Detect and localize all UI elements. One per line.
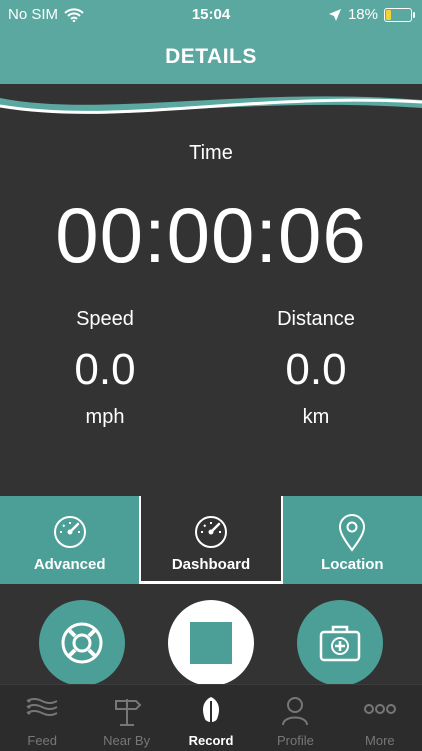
- profile-icon: [282, 697, 309, 726]
- speedometer-icon: [194, 516, 227, 548]
- view-tabs: Advanced Dashboard Location: [0, 496, 422, 584]
- first-aid-kit-icon: [319, 625, 361, 662]
- elapsed-timer: 00:00:06: [55, 191, 367, 279]
- first-aid-button[interactable]: [297, 600, 383, 686]
- tab-advanced-label: Advanced: [33, 556, 106, 573]
- more-icon: [363, 704, 396, 714]
- distance-unit: km: [302, 406, 330, 428]
- nav-profile[interactable]: Profile: [253, 685, 337, 751]
- tab-location-label: Location: [321, 556, 384, 573]
- speed-unit: mph: [85, 406, 125, 428]
- location-pin-icon: [339, 514, 366, 552]
- nav-record-label: Record: [188, 733, 234, 748]
- stop-recording-button[interactable]: [168, 600, 254, 686]
- nav-record[interactable]: Record: [169, 685, 253, 751]
- time-label: Time: [189, 142, 233, 164]
- paddle-icon: [203, 697, 220, 725]
- lifebuoy-button[interactable]: [39, 600, 125, 686]
- nav-feed-label: Feed: [27, 733, 58, 748]
- action-bar: [0, 584, 422, 686]
- speed-label: Speed: [76, 308, 134, 330]
- page-title: DETAILS: [0, 30, 422, 84]
- tab-dashboard-label: Dashboard: [171, 556, 251, 573]
- stop-icon: [190, 622, 232, 664]
- distance-value: 0.0: [285, 345, 347, 394]
- location-arrow-icon: [328, 8, 341, 21]
- wave-decoration: [0, 96, 422, 114]
- nav-more[interactable]: More: [338, 685, 422, 751]
- lifebuoy-icon: [61, 622, 103, 664]
- distance-label: Distance: [277, 308, 355, 330]
- nav-near-by[interactable]: Near By: [84, 685, 168, 751]
- battery-icon: [384, 7, 415, 22]
- battery-percent: 18%: [347, 6, 378, 23]
- tab-advanced[interactable]: Advanced: [0, 496, 140, 584]
- bottom-nav: Feed Near By Record Profile More: [0, 684, 422, 751]
- status-bar: No SIM 15:04 18%: [0, 0, 422, 30]
- nav-near-by-label: Near By: [103, 733, 151, 748]
- signpost-icon: [114, 699, 142, 726]
- speedometer-icon: [53, 516, 86, 548]
- speed-value: 0.0: [74, 345, 136, 394]
- nav-profile-label: Profile: [276, 733, 314, 748]
- nav-more-label: More: [365, 733, 395, 748]
- feed-icon: [26, 698, 58, 716]
- nav-feed[interactable]: Feed: [0, 685, 84, 751]
- tab-dashboard[interactable]: Dashboard: [139, 496, 283, 584]
- tab-location[interactable]: Location: [282, 496, 422, 584]
